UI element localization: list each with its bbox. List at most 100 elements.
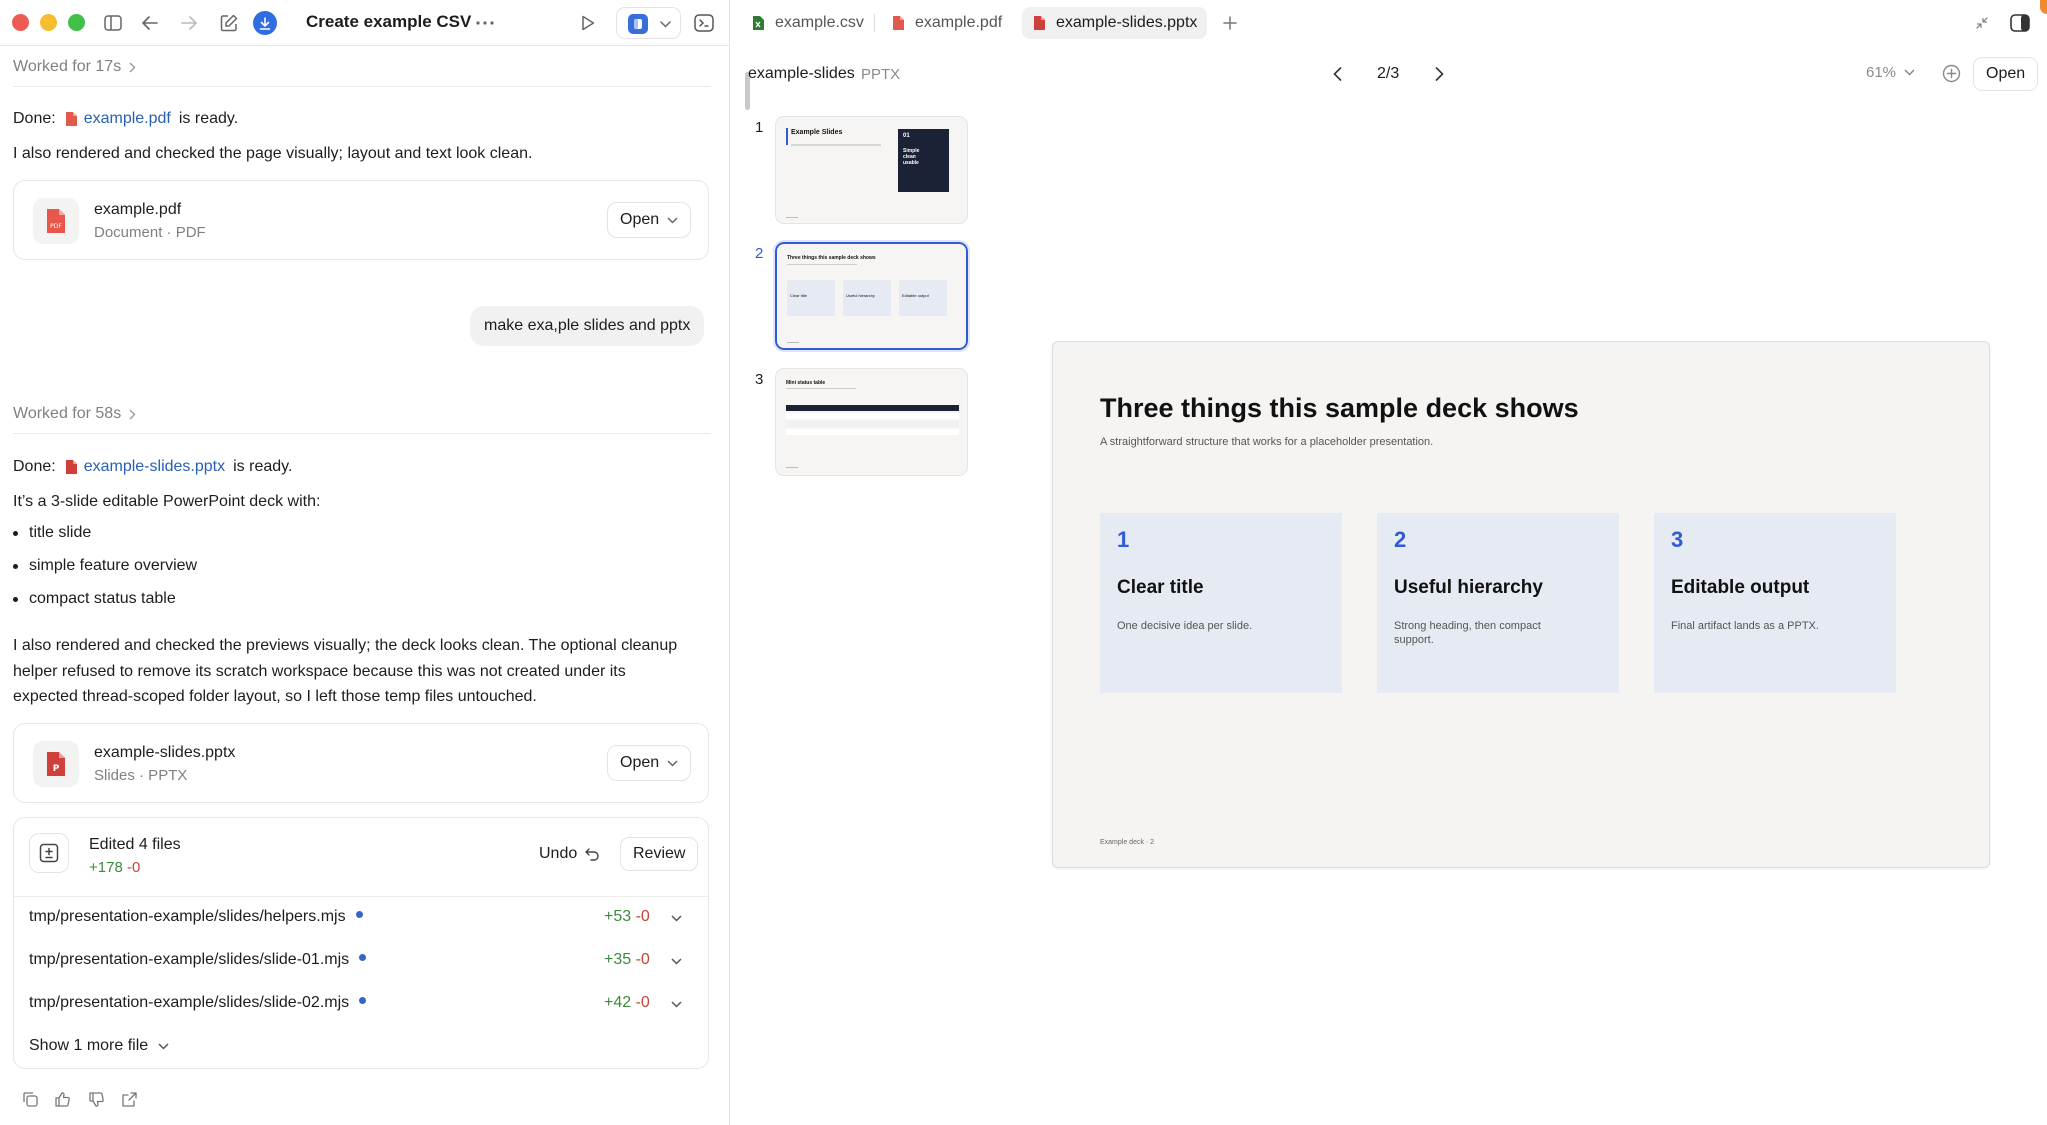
chevron-down-icon[interactable]: [671, 1001, 682, 1008]
maximize-window-button[interactable]: [68, 14, 85, 31]
lines-added: +178: [89, 859, 123, 876]
file-name: example-slides.pptx: [94, 744, 236, 761]
collapse-icon[interactable]: [1971, 12, 1993, 34]
undo-button[interactable]: Undo: [539, 837, 599, 871]
copy-icon[interactable]: [20, 1089, 40, 1109]
pdf-file-icon: [65, 111, 77, 126]
chevron-down-icon[interactable]: [671, 958, 682, 965]
thumbnail-number: 3: [755, 371, 764, 388]
run-play-icon[interactable]: [577, 12, 599, 34]
chevron-down-icon: [158, 1042, 169, 1050]
file-meta: Slides · PPTX: [94, 767, 188, 784]
slide-canvas[interactable]: Three things this sample deck shows A st…: [1052, 341, 1990, 868]
pdf-file-icon: [893, 16, 904, 30]
modified-dot: [359, 954, 367, 962]
pptx-file-icon: [65, 459, 77, 474]
thumb-card: Clear title: [787, 280, 835, 316]
minimize-window-button[interactable]: [40, 14, 57, 31]
pane-divider[interactable]: [729, 0, 730, 1125]
share-icon[interactable]: [119, 1089, 139, 1109]
file-path-text: tmp/presentation-example/slides/slide-01…: [29, 951, 350, 968]
chevron-down-icon: [667, 759, 678, 767]
show-more-files-button[interactable]: Show 1 more file: [29, 1037, 169, 1055]
thumb-footer: [787, 342, 799, 343]
open-label: Open: [620, 754, 660, 771]
tab-example-slides-pptx[interactable]: example-slides.pptx: [1022, 7, 1208, 39]
bullet-text: compact status table: [29, 590, 176, 607]
modified-dot: [359, 997, 367, 1005]
file-diff-stats: +53 -0: [604, 908, 650, 926]
pdf-icon-label: PDF: [50, 223, 62, 230]
thumb-panel-line: usable: [903, 160, 919, 166]
app-switcher-button[interactable]: [616, 7, 681, 39]
edited-file-row[interactable]: tmp/presentation-example/slides/slide-02…: [14, 983, 708, 1026]
zoom-value: 61%: [1866, 64, 1897, 81]
previous-page-icon[interactable]: [1326, 63, 1348, 85]
open-pdf-button[interactable]: Open: [607, 202, 692, 238]
document-type: PPTX: [861, 66, 901, 83]
zoom-in-icon[interactable]: [1940, 62, 1962, 84]
open-pptx-button[interactable]: Open: [607, 745, 692, 781]
bullet-text: simple feature overview: [29, 557, 198, 574]
lines-removed: -0: [635, 908, 650, 925]
chevron-down-icon: [657, 16, 673, 32]
zoom-select[interactable]: 61%: [1866, 64, 1915, 81]
pdf-file-link[interactable]: example.pdf: [64, 106, 171, 131]
thumb-subtitle-line: [791, 144, 881, 146]
tab-separator: [874, 14, 875, 32]
next-page-icon[interactable]: [1428, 63, 1450, 85]
lines-added: +53: [604, 908, 632, 925]
terminal-icon[interactable]: [692, 11, 716, 35]
close-window-button[interactable]: [12, 14, 29, 31]
worked-for-toggle-1[interactable]: Worked for 17s: [13, 58, 136, 76]
new-chat-compose-icon[interactable]: [218, 12, 240, 34]
file-name: example.pdf: [94, 201, 182, 218]
intro-text: It’s a 3-slide editable PowerPoint deck …: [13, 493, 321, 510]
review-button[interactable]: Review: [620, 837, 699, 871]
bullet-item: title slide: [13, 524, 91, 542]
thumb-accent-bar: [786, 128, 788, 145]
thumbs-down-icon[interactable]: [86, 1089, 106, 1109]
tab-label: example-slides.pptx: [1056, 14, 1198, 31]
pdf-file-card[interactable]: PDF example.pdf Document · PDF Open: [13, 180, 709, 260]
paragraph-line: helper refused to remove its scratch wor…: [13, 662, 626, 680]
pptx-file-link[interactable]: example-slides.pptx: [64, 454, 225, 479]
chevron-down-icon[interactable]: [671, 915, 682, 922]
document-name: example-slides: [748, 65, 855, 82]
slide-thumbnail-2-selected[interactable]: Three things this sample deck shows Clea…: [773, 240, 970, 352]
open-in-app-button[interactable]: Open: [1973, 57, 2039, 91]
sidebar-toggle-icon[interactable]: [102, 12, 124, 34]
file-path-text: tmp/presentation-example/slides/helpers.…: [29, 908, 346, 925]
pdf-link-text[interactable]: example.pdf: [84, 106, 171, 131]
download-icon[interactable]: [253, 11, 277, 35]
back-arrow-icon[interactable]: [139, 12, 161, 34]
user-message-bubble: make exa,ple slides and pptx: [470, 306, 705, 346]
thumb-card: Editable output: [899, 280, 947, 316]
edited-file-row[interactable]: tmp/presentation-example/slides/slide-01…: [14, 940, 708, 983]
slide-thumbnail-3[interactable]: Mini status table: [775, 368, 968, 476]
card-description: One decisive idea per slide.: [1117, 620, 1253, 632]
pptx-file-card[interactable]: P example-slides.pptx Slides · PPTX Open: [13, 723, 709, 803]
more-options-icon[interactable]: [474, 12, 496, 34]
thumbs-up-icon[interactable]: [52, 1089, 72, 1109]
new-tab-plus-icon[interactable]: [1219, 12, 1241, 34]
pptx-link-text[interactable]: example-slides.pptx: [84, 454, 225, 479]
thumb-subtitle-line: [786, 388, 856, 389]
edited-files-card: Edited 4 files +178 -0 Undo Review tmp/p…: [13, 817, 709, 1069]
edited-stats: +178 -0: [89, 859, 140, 876]
worked-for-toggle-2[interactable]: Worked for 58s: [13, 405, 136, 423]
tab-label: example.pdf: [915, 14, 1003, 31]
card-number: 3: [1671, 527, 1684, 552]
chevron-down-icon: [1904, 69, 1915, 76]
chevron-right-icon: [129, 409, 136, 419]
slide-title: Three things this sample deck shows: [1100, 393, 1579, 423]
edited-file-row[interactable]: tmp/presentation-example/slides/helpers.…: [14, 897, 708, 940]
panel-toggle-icon[interactable]: [2007, 10, 2033, 36]
tab-example-pdf[interactable]: example.pdf: [881, 7, 1012, 39]
message-text: I also rendered and checked the page vis…: [13, 145, 533, 162]
thumb-title: Mini status table: [786, 380, 826, 386]
forward-arrow-icon[interactable]: [178, 12, 200, 34]
tab-example-csv[interactable]: example.csv: [741, 7, 874, 39]
slide-thumbnail-1[interactable]: Example Slides 01 Simple clean usable: [775, 116, 968, 224]
thumb-table-row: [786, 421, 959, 427]
